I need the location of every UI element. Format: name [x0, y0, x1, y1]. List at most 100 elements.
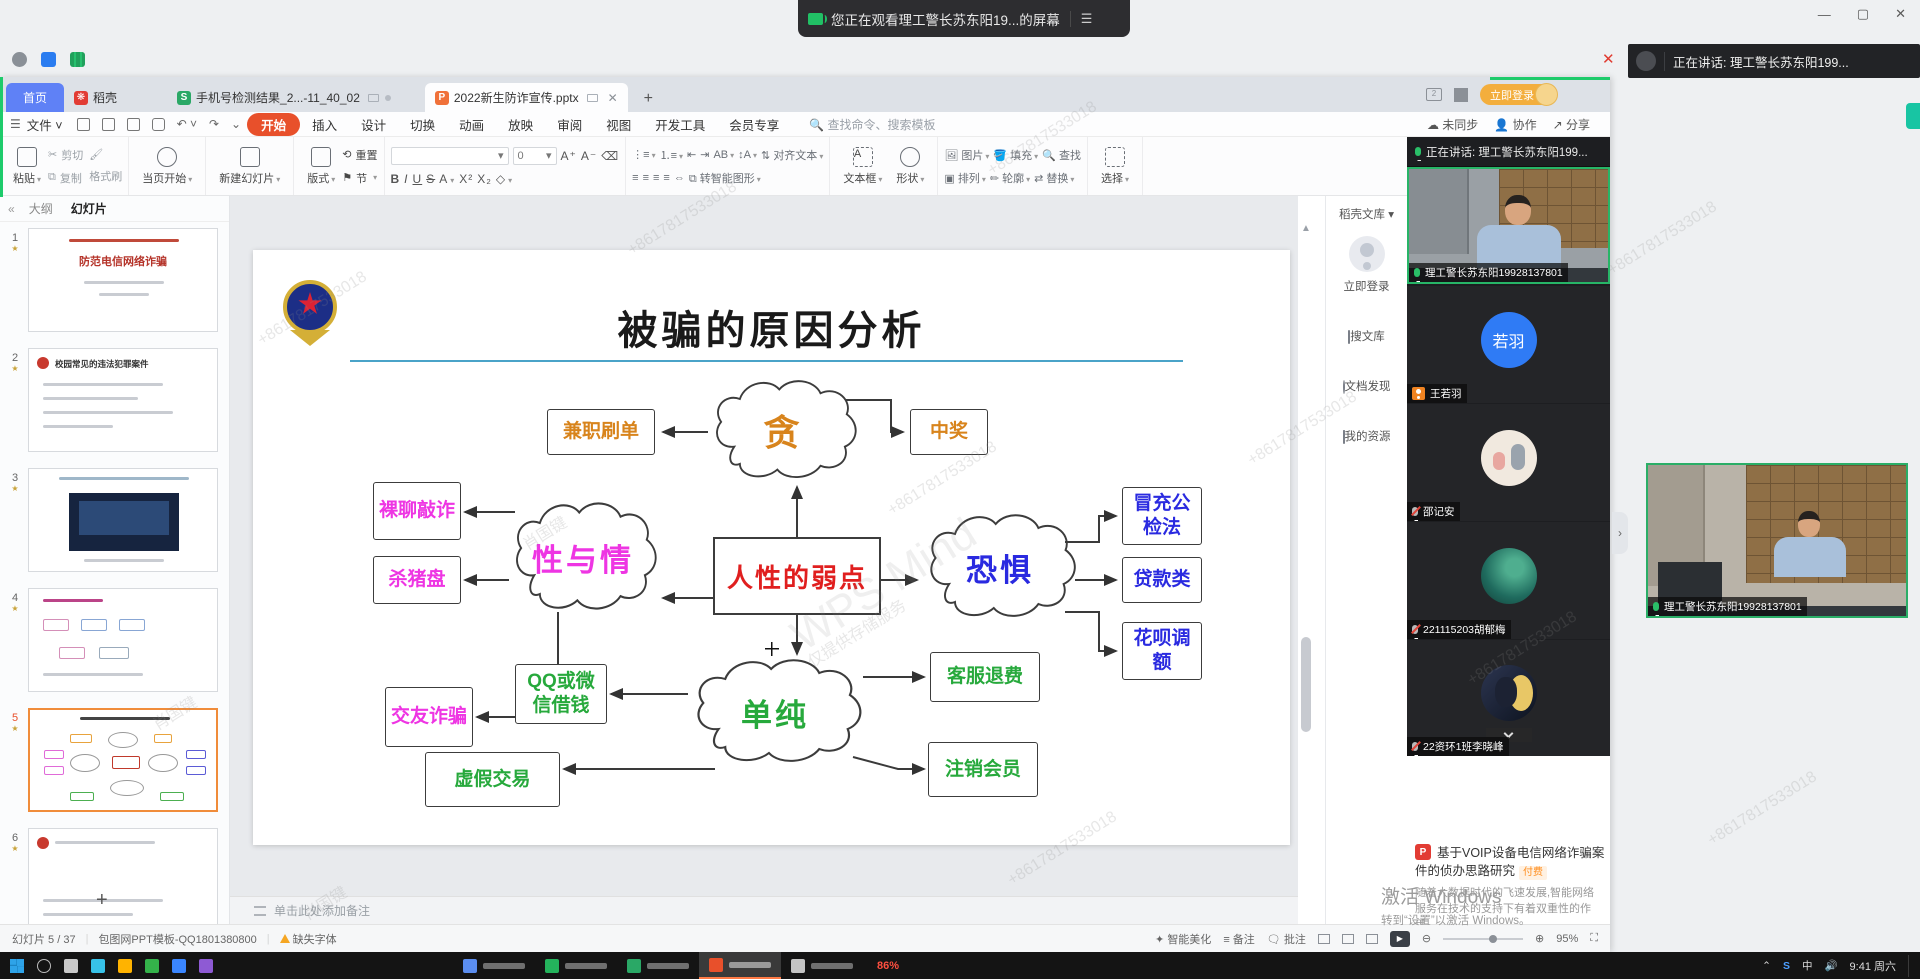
close-button[interactable]: ✕	[1895, 6, 1906, 22]
menu-animation[interactable]: 动画	[447, 115, 496, 134]
play-from-page-button[interactable]: 当页开始	[135, 147, 199, 186]
justify-icon[interactable]: ≡	[663, 172, 669, 184]
arrange-button[interactable]: ▣ 排列	[944, 170, 985, 186]
banner-menu-icon[interactable]: ☰	[1070, 11, 1093, 27]
participant-tile[interactable]: 22资环1班李晓峰	[1407, 640, 1610, 756]
text-box-button[interactable]: A文本框	[836, 147, 889, 186]
rail-login-link[interactable]: 立即登录	[1326, 278, 1407, 294]
menu-file[interactable]: 文件 ˅	[27, 115, 63, 134]
number-list-icon[interactable]: ⒈≡	[660, 147, 683, 163]
find-button[interactable]: 🔍 查找	[1042, 147, 1081, 163]
volume-icon[interactable]: 🔊	[1824, 959, 1837, 972]
align-center-icon[interactable]: ≡	[643, 172, 649, 184]
distribute-icon[interactable]: ⇔	[674, 172, 685, 184]
slide-thumbnail-3[interactable]	[28, 468, 218, 572]
node-fake-trade[interactable]: 虚假交易	[425, 752, 560, 807]
node-brush-order[interactable]: 兼职刷单	[547, 409, 655, 455]
maximize-button[interactable]: ▢	[1857, 6, 1869, 22]
slideshow-play-button[interactable]: ▶	[1390, 931, 1410, 947]
fit-screen-icon[interactable]: ⛶	[1590, 932, 1598, 945]
speaking-indicator-bar[interactable]: 正在讲话: 理工警长苏东阳199...	[1628, 44, 1920, 78]
picture-button[interactable]: 🖼 图片	[944, 147, 989, 163]
text-direction-icon[interactable]: AB	[713, 149, 734, 161]
align-text-button[interactable]: ⇅ 对齐文本	[761, 147, 823, 163]
clock[interactable]: 9:41 周六	[1850, 958, 1896, 974]
subscript-button[interactable]: X₂	[477, 172, 492, 186]
beautify-button[interactable]: ✦ 智能美化	[1155, 931, 1211, 947]
editing-canvas[interactable]: 被骗的原因分析	[230, 196, 1298, 896]
info-icon[interactable]	[12, 52, 27, 67]
taskbar-window[interactable]	[453, 952, 535, 979]
tray-expand-icon[interactable]: ⌃	[1762, 960, 1771, 972]
increase-font-icon[interactable]: A⁺	[561, 149, 577, 163]
scrollbar-thumb[interactable]	[1301, 637, 1311, 732]
scroll-up-icon[interactable]: ▲	[1301, 223, 1311, 234]
font-color-button[interactable]: A	[439, 172, 455, 186]
node-qq-borrow[interactable]: QQ或微信借钱	[515, 664, 607, 724]
paste-button[interactable]: 粘贴	[6, 147, 48, 186]
minimize-button[interactable]: —	[1818, 7, 1831, 22]
slide-thumbnail-2[interactable]: 校园常见的违法犯罪案件	[28, 348, 218, 452]
taskbar-window[interactable]	[617, 952, 699, 979]
split-icon[interactable]: 2	[1426, 88, 1442, 101]
reset-button[interactable]: ⟲ 重置	[342, 147, 377, 163]
cut-button[interactable]: ✂ 剪切	[48, 147, 83, 163]
login-button[interactable]: 立即登录	[1480, 84, 1556, 105]
rail-search-library[interactable]: 搜文库	[1326, 328, 1407, 344]
participant-tile[interactable]: 邵记安	[1407, 404, 1610, 521]
shapes-button[interactable]: 形状	[889, 147, 931, 186]
superscript-button[interactable]: X²	[459, 172, 473, 186]
notes-toggle[interactable]: ≡ 备注	[1223, 931, 1254, 947]
notification-edge[interactable]	[1908, 955, 1912, 977]
chart-icon[interactable]	[70, 52, 85, 67]
italic-button[interactable]: I	[404, 172, 408, 186]
node-cancel-member[interactable]: 注销会员	[928, 742, 1038, 797]
bullet-list-icon[interactable]: ⋮≡	[632, 148, 655, 161]
menu-transition[interactable]: 切换	[398, 115, 447, 134]
menu-design[interactable]: 设计	[349, 115, 398, 134]
align-right-icon[interactable]: ≡	[653, 172, 659, 184]
new-tab-button[interactable]: +	[644, 90, 653, 112]
slide[interactable]: 被骗的原因分析	[253, 250, 1290, 845]
output-icon[interactable]	[102, 118, 115, 131]
node-nude-chat[interactable]: 裸聊敲诈	[373, 482, 461, 540]
zoom-slider[interactable]	[1443, 938, 1523, 940]
notes-bar[interactable]: 单击此处添加备注	[230, 896, 1298, 924]
browser-icon[interactable]	[172, 959, 186, 973]
menu-slideshow[interactable]: 放映	[496, 115, 545, 134]
menu-insert[interactable]: 插入	[300, 115, 349, 134]
font-size-combo[interactable]: 0▾	[513, 147, 557, 165]
tab-outline[interactable]: 大纲	[29, 200, 53, 217]
template-name[interactable]: 包图网PPT模板-QQ1801380800	[98, 931, 256, 947]
strike-button[interactable]: S	[426, 172, 435, 186]
participant-tile-speaker[interactable]: 理工警长苏东阳19928137801	[1407, 167, 1610, 284]
share-button[interactable]: ↗ 分享	[1553, 116, 1590, 133]
highlight-button[interactable]: ◇	[496, 172, 513, 186]
taskbar-window[interactable]	[781, 952, 863, 979]
new-slide-button[interactable]: 新建幻灯片	[212, 147, 287, 186]
center-node[interactable]: 人性的弱点	[713, 537, 881, 615]
side-widget[interactable]	[1906, 103, 1920, 129]
outline-button[interactable]: ✏ 轮廓	[990, 170, 1030, 186]
taskbar-window-meeting[interactable]	[535, 952, 617, 979]
layout-button[interactable]: 版式	[300, 147, 342, 186]
print-preview-icon[interactable]	[152, 118, 165, 131]
to-smartart-button[interactable]: ⧉ 转智能图形	[689, 170, 761, 186]
meeting-panel-header[interactable]: 正在讲话: 理工警长苏东阳199...	[1407, 137, 1610, 167]
sogou-icon[interactable]: S	[1783, 960, 1790, 972]
menu-member[interactable]: 会员专享	[717, 115, 791, 134]
cloud-naive[interactable]: 单纯	[715, 685, 835, 739]
taskview-icon[interactable]	[64, 959, 78, 973]
taskbar-window-wps-active[interactable]	[699, 952, 781, 979]
underline-button[interactable]: U	[413, 172, 423, 186]
app-icon[interactable]	[199, 959, 213, 973]
add-slide-button[interactable]: +	[96, 889, 108, 912]
collapse-panel-icon[interactable]: «	[8, 202, 15, 216]
start-button[interactable]	[10, 959, 24, 973]
close-tab-icon[interactable]: ✕	[608, 91, 618, 105]
participant-tile[interactable]: 221115203胡郁梅	[1407, 522, 1610, 639]
select-button[interactable]: 选择	[1094, 147, 1136, 186]
format-painter-button[interactable]: 格式刷	[89, 168, 122, 184]
tab-docer[interactable]: ❋ 稻壳	[64, 83, 127, 112]
indent-icon[interactable]: ⇥	[700, 148, 709, 161]
